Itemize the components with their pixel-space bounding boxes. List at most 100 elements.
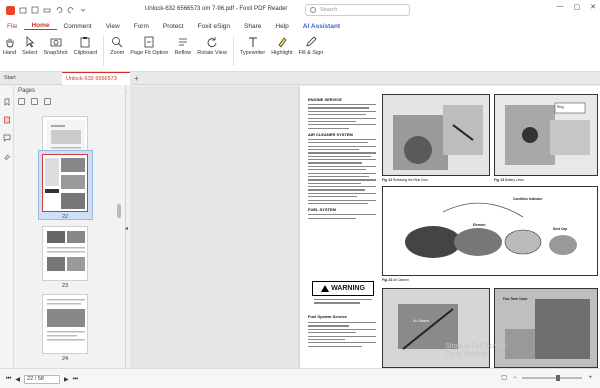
page-number-input[interactable]: 22 / 58 <box>24 375 61 384</box>
next-page-icon[interactable]: ▶ <box>64 376 69 383</box>
print-icon[interactable] <box>43 6 51 14</box>
select-button[interactable]: Select <box>22 36 37 57</box>
label-dust-cap: Dust Cap <box>553 227 567 231</box>
select-label: Select <box>22 50 38 56</box>
figure-rear-door <box>382 94 490 176</box>
highlight-button[interactable]: Highlight <box>271 36 293 57</box>
minimize-icon[interactable]: — <box>557 3 564 11</box>
thumbnail-label: 24 <box>61 356 69 362</box>
collapse-panel-icon[interactable]: ◂ <box>125 225 128 232</box>
pdf-page: ENGINE SERVICE AIR CLEANER SYSTEM FUEL S… <box>300 86 600 368</box>
pages-panel-scrollbar[interactable] <box>117 86 122 368</box>
warning-label: WARNING <box>312 281 374 296</box>
view-mode-icon[interactable]: ▢ <box>501 374 507 381</box>
page-delete-icon[interactable] <box>31 98 38 105</box>
search-input[interactable]: Search <box>305 4 410 16</box>
clipboard-button[interactable]: Clipboard <box>74 36 97 57</box>
undo-icon[interactable] <box>55 6 63 14</box>
menu-view[interactable]: View <box>99 23 127 30</box>
menu-protect[interactable]: Protect <box>156 23 191 30</box>
attachment-icon[interactable] <box>3 152 11 160</box>
tab-document[interactable]: Unlock-632 6566573 om... × <box>62 72 130 95</box>
zoom-slider-handle[interactable] <box>556 374 561 381</box>
new-tab-icon[interactable]: + <box>134 72 139 85</box>
view-controls: ▢ − + <box>501 374 592 381</box>
prev-page-icon[interactable]: ◀ <box>15 376 20 383</box>
thumbnail-content <box>45 158 85 209</box>
menu-help[interactable]: Help <box>268 23 295 30</box>
fill-sign-button[interactable]: Fill & Sign <box>299 36 323 57</box>
comment-icon[interactable] <box>3 134 11 142</box>
fuel-service-heading: Fuel System Service <box>308 314 347 319</box>
label-element: Element <box>473 223 486 227</box>
document-tab-bar: Start Unlock-632 6566573 om... × + <box>0 72 600 95</box>
zoom-in-icon[interactable]: + <box>588 375 592 381</box>
title-bar: Unlock-632 6566573 om 7-96.pdf - Foxit P… <box>0 0 600 20</box>
menu-comment[interactable]: Comment <box>57 23 99 30</box>
text-column-left: ENGINE SERVICE AIR CLEANER SYSTEM FUEL S… <box>308 94 376 221</box>
tab-start[interactable]: Start <box>0 72 62 85</box>
ribbon-divider <box>103 36 105 66</box>
page-fit-button[interactable]: Page Fit Option <box>130 36 168 57</box>
cursor-icon <box>24 36 36 48</box>
figure-air-cleaner-image <box>383 187 597 275</box>
thumbnail-content <box>47 231 85 271</box>
pages-icon[interactable] <box>3 116 11 124</box>
bookmark-icon[interactable] <box>3 98 11 106</box>
close-icon[interactable]: ✕ <box>590 3 596 11</box>
menu-share[interactable]: Share <box>237 23 268 30</box>
page-option-icon[interactable] <box>18 98 25 105</box>
hand-icon <box>4 36 16 48</box>
activation-watermark: Show is Full Screen Go to Settings <box>445 343 507 359</box>
chevron-down-icon[interactable] <box>79 6 87 14</box>
zoom-slider[interactable] <box>522 374 583 381</box>
menu-foxit-esign[interactable]: Foxit eSign <box>190 23 237 30</box>
redo-icon[interactable] <box>67 6 75 14</box>
page-fit-icon <box>143 36 155 48</box>
document-canvas[interactable]: ENGINE SERVICE AIR CLEANER SYSTEM FUEL S… <box>130 86 600 368</box>
scrollbar-thumb[interactable] <box>117 204 121 218</box>
rotate-label: Rotate View <box>197 50 227 56</box>
highlighter-icon <box>276 36 288 48</box>
save-icon[interactable] <box>31 6 39 14</box>
fig22-num: Fig. 22 <box>382 178 393 182</box>
menu-form[interactable]: Form <box>127 23 156 30</box>
reflow-label: Reflow <box>174 50 192 56</box>
hand-button[interactable]: Hand <box>3 36 16 57</box>
pages-panel: Pages 21 22 23 24 <box>14 86 126 368</box>
last-page-icon[interactable]: ⏭ <box>73 376 78 383</box>
label-condition-indicator: Condition Indicator <box>513 197 543 201</box>
quick-access-toolbar <box>0 5 87 15</box>
thumbnail-content <box>47 299 85 341</box>
open-icon[interactable] <box>19 6 27 14</box>
hand-label: Hand <box>3 50 17 56</box>
page-thumbnail[interactable] <box>42 226 88 281</box>
page-navigation: ⏮ ◀ 22 / 58 ▶ ⏭ <box>6 375 78 384</box>
navigation-strip <box>0 86 14 368</box>
reflow-icon <box>177 36 189 48</box>
page-thumbnail[interactable] <box>42 294 88 354</box>
zoom-out-icon[interactable]: − <box>513 375 517 381</box>
first-page-icon[interactable]: ⏮ <box>6 376 11 383</box>
figure-caption: Fig. 24 Air Cleaner <box>382 278 409 282</box>
section-heading: ENGINE SERVICE <box>308 97 342 102</box>
page-thumbnail-selected[interactable] <box>42 154 88 212</box>
label-air-cleaner: Air Cleaner <box>413 319 429 323</box>
zoom-button[interactable]: Zoom <box>110 36 124 57</box>
typewriter-icon <box>247 36 259 48</box>
fig23-num: Fig. 23 <box>494 178 505 182</box>
menu-file[interactable]: File <box>0 23 24 30</box>
typewriter-button[interactable]: Typewriter <box>240 36 265 57</box>
camera-icon <box>50 36 62 48</box>
search-placeholder: Search <box>320 7 338 13</box>
reflow-button[interactable]: Reflow <box>174 36 191 57</box>
page-fit-label: Page Fit Option <box>130 50 169 56</box>
section-heading: FUEL SYSTEM <box>308 207 336 213</box>
menu-home[interactable]: Home <box>24 22 57 30</box>
page-insert-icon[interactable] <box>44 98 51 105</box>
rotate-view-button[interactable]: Rotate View <box>197 36 227 57</box>
snapshot-button[interactable]: SnapShot <box>43 36 68 57</box>
menu-ai-assistant[interactable]: AI Assistant <box>296 23 347 30</box>
maximize-icon[interactable]: ▢ <box>574 3 581 11</box>
window-title: Unlock-632 6566573 om 7-96.pdf - Foxit P… <box>145 6 288 12</box>
